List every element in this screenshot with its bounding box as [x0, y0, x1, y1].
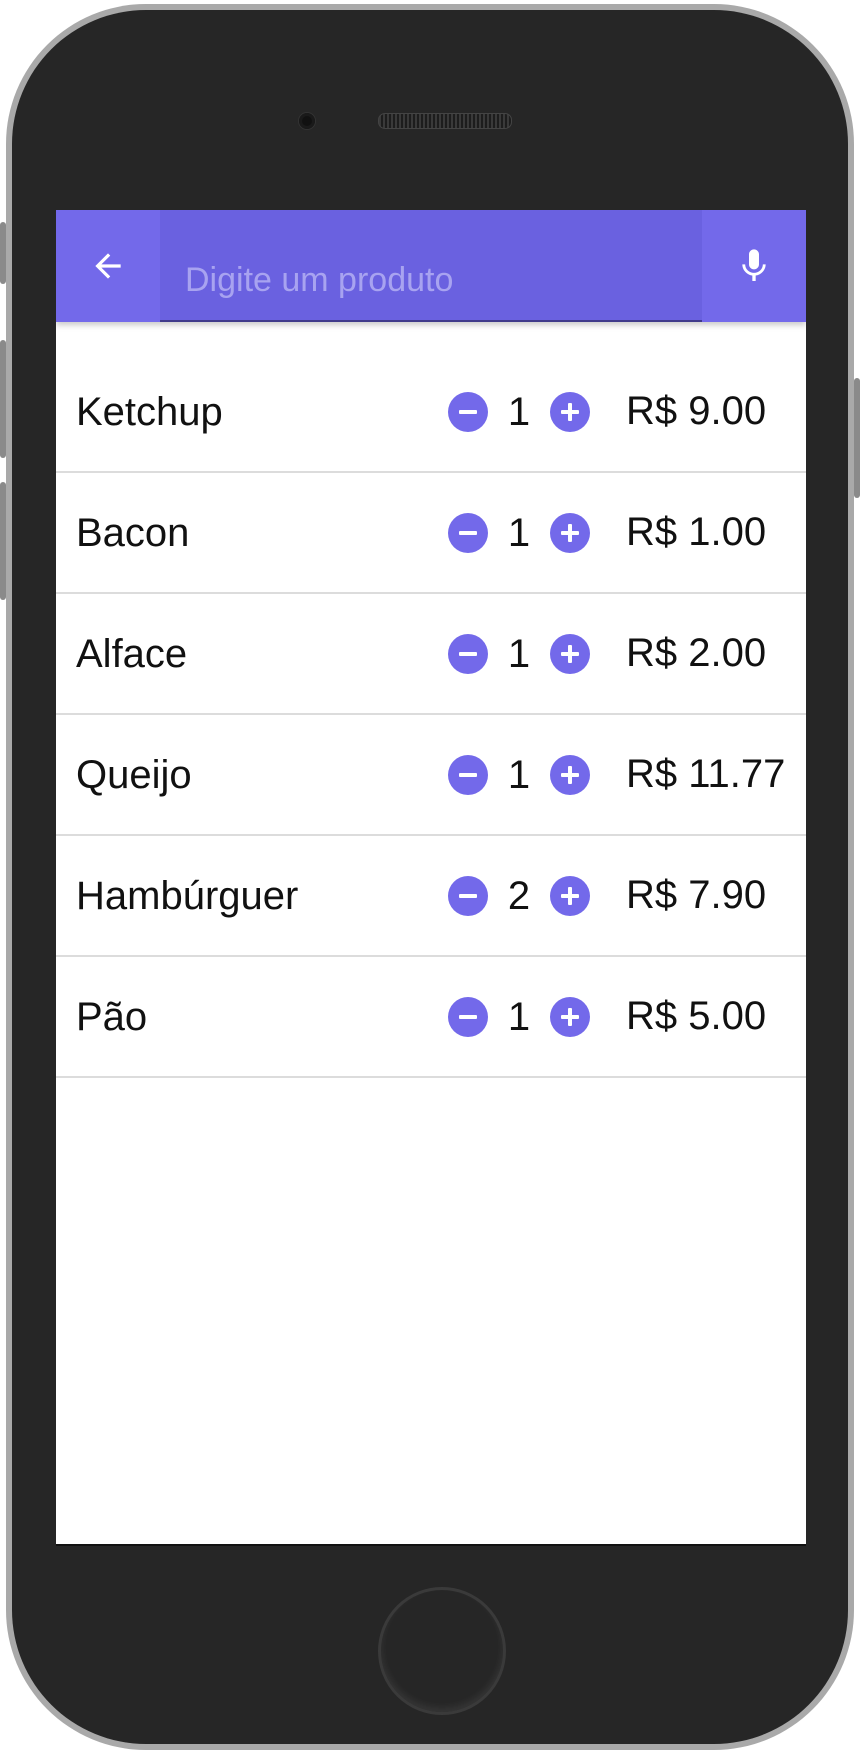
item-price: R$ 2.00	[626, 631, 767, 675]
power-button	[854, 378, 860, 498]
increment-button[interactable]	[550, 392, 590, 432]
voice-search-button[interactable]	[702, 210, 806, 322]
item-price: R$ 1.00	[626, 510, 767, 554]
item-name: Pão	[76, 995, 148, 1039]
list-item: Hambúrguer 2 R$ 7.90	[56, 836, 806, 957]
item-price: R$ 11.77	[626, 752, 786, 796]
item-name: Bacon	[76, 511, 190, 555]
increment-button[interactable]	[550, 755, 590, 795]
microphone-icon	[742, 249, 766, 281]
list-item: Alface 1 R$ 2.00	[56, 594, 806, 715]
increment-button[interactable]	[550, 634, 590, 674]
search-field	[160, 210, 702, 322]
app-screen: Ketchup 1 R$ 9.00 Bacon 1 R$ 1.00 Alface…	[56, 210, 806, 1546]
silent-switch	[0, 222, 6, 284]
item-name: Ketchup	[76, 390, 223, 434]
decrement-button[interactable]	[448, 755, 488, 795]
volume-up-button	[0, 340, 6, 458]
earpiece-speaker	[378, 113, 512, 129]
item-price: R$ 9.00	[626, 389, 767, 433]
back-button[interactable]	[56, 210, 160, 322]
front-camera	[299, 113, 315, 129]
item-quantity: 1	[507, 632, 531, 676]
list-item: Ketchup 1 R$ 9.00	[56, 352, 806, 473]
list-item: Pão 1 R$ 5.00	[56, 957, 806, 1078]
cart-list: Ketchup 1 R$ 9.00 Bacon 1 R$ 1.00 Alface…	[56, 352, 806, 1078]
item-quantity: 2	[507, 874, 531, 918]
item-quantity: 1	[507, 511, 531, 555]
item-name: Hambúrguer	[76, 874, 299, 918]
search-toolbar	[56, 210, 806, 322]
decrement-button[interactable]	[448, 634, 488, 674]
item-name: Alface	[76, 632, 188, 676]
decrement-button[interactable]	[448, 392, 488, 432]
item-price: R$ 7.90	[626, 873, 767, 917]
list-item: Queijo 1 R$ 11.77	[56, 715, 806, 836]
increment-button[interactable]	[550, 876, 590, 916]
decrement-button[interactable]	[448, 513, 488, 553]
decrement-button[interactable]	[448, 876, 488, 916]
item-name: Queijo	[76, 753, 192, 797]
list-item: Bacon 1 R$ 1.00	[56, 473, 806, 594]
item-quantity: 1	[507, 995, 531, 1039]
item-quantity: 1	[507, 753, 531, 797]
item-price: R$ 5.00	[626, 994, 767, 1038]
increment-button[interactable]	[550, 513, 590, 553]
decrement-button[interactable]	[448, 997, 488, 1037]
search-input[interactable]	[160, 210, 702, 320]
item-quantity: 1	[507, 390, 531, 434]
arrow-back-icon	[95, 253, 121, 279]
increment-button[interactable]	[550, 997, 590, 1037]
volume-down-button	[0, 482, 6, 600]
home-button[interactable]	[378, 1587, 506, 1715]
